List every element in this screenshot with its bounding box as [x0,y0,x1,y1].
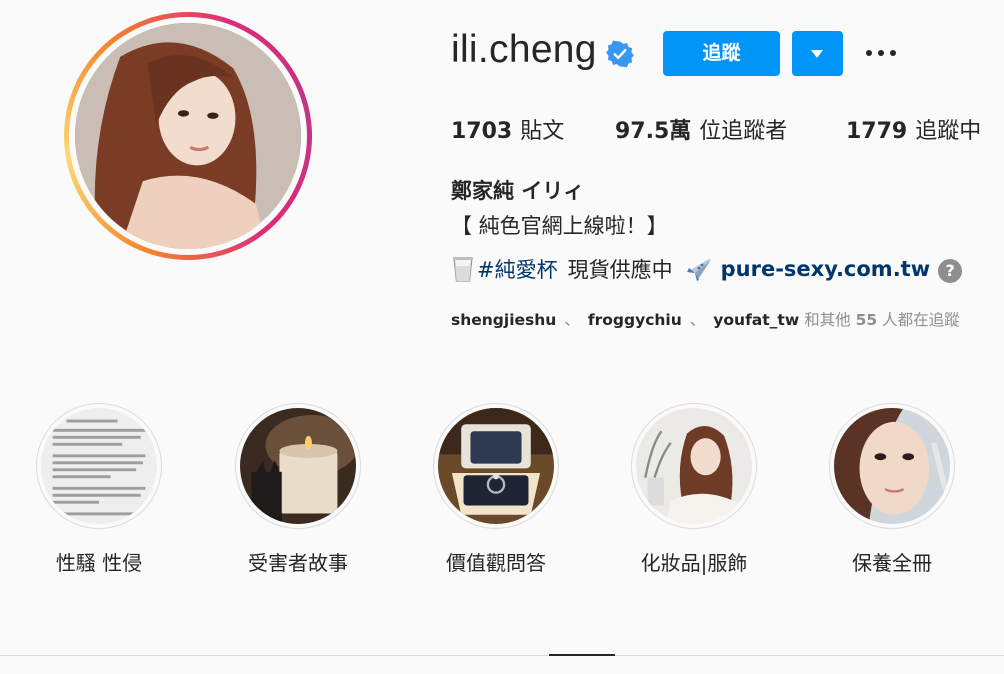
followers-count[interactable]: 97.5萬 位追蹤者 [615,113,787,145]
followed-by-account[interactable]: froggychiu [588,311,682,329]
highlight-label: 化妝品|服飾 [640,551,748,575]
followers-value: 97.5萬 [615,119,692,144]
highlight-cover [433,403,559,529]
highlight-cover [631,403,757,529]
suggestions-dropdown-button[interactable] [792,31,843,76]
bio-text: 現貨供應中 [567,258,673,282]
bio-line-links: #純愛杯 現貨供應中 pure-sexy.com.tw ? [451,254,963,284]
highlight-label: 受害者故事 [248,551,348,575]
airplane-emoji-icon [686,258,710,281]
avatar-photo [75,23,301,249]
followed-by-count: 55 [855,311,878,329]
followers-label: 位追蹤者 [699,119,788,144]
following-count[interactable]: 1779 追蹤中 [846,113,981,145]
bio-hashtag-link[interactable]: #純愛杯 [477,254,558,284]
following-label: 追蹤中 [915,119,982,144]
highlight-item[interactable]: 化妝品|服飾 [630,403,758,576]
active-tab-indicator[interactable] [549,654,615,656]
highlight-item[interactable]: 受害者故事 [234,403,362,576]
highlight-label: 保養全冊 [852,551,932,575]
profile-avatar[interactable] [64,12,312,260]
followed-by-suffix: 和其他 [804,311,851,329]
highlight-item[interactable]: 價值觀問答 [432,403,560,576]
followed-by-text[interactable]: shengjieshu、 froggychiu、 youfat_tw 和其他 55 … [451,308,960,330]
posts-count: 1703 貼文 [451,113,564,145]
verified-badge-icon [606,40,634,68]
profile-username: ili.cheng [451,28,597,71]
bio-line: 【 純色官網上線啦！】 [451,214,668,238]
highlight-cover [235,403,361,529]
highlight-label: 價值觀問答 [446,551,546,575]
following-value: 1779 [846,119,908,144]
cup-emoji-icon [453,257,473,282]
follow-button[interactable]: 追蹤 [663,31,780,76]
followed-by-suffix-end: 人都在追蹤 [882,311,960,329]
question-mark-icon[interactable]: ? [938,259,963,283]
avatar-gap [69,17,307,255]
more-options-icon[interactable] [862,38,900,68]
followed-by-account[interactable]: youfat_tw [713,311,799,329]
posts-label: 貼文 [520,119,565,144]
highlight-item[interactable]: 保養全冊 [828,403,956,576]
profile-full-name: 鄭家純 イリィ [451,179,585,203]
tabs-divider [0,655,1004,656]
followed-by-account[interactable]: shengjieshu [451,311,556,329]
highlight-cover [36,403,162,529]
bio-website-link[interactable]: pure-sexy.com.tw [721,257,931,281]
highlight-label: 性騷 性侵 [55,551,143,575]
posts-value: 1703 [451,119,513,144]
chevron-down-icon [811,50,823,58]
highlight-cover [829,403,955,529]
highlight-item[interactable]: 性騷 性侵 [35,403,163,576]
